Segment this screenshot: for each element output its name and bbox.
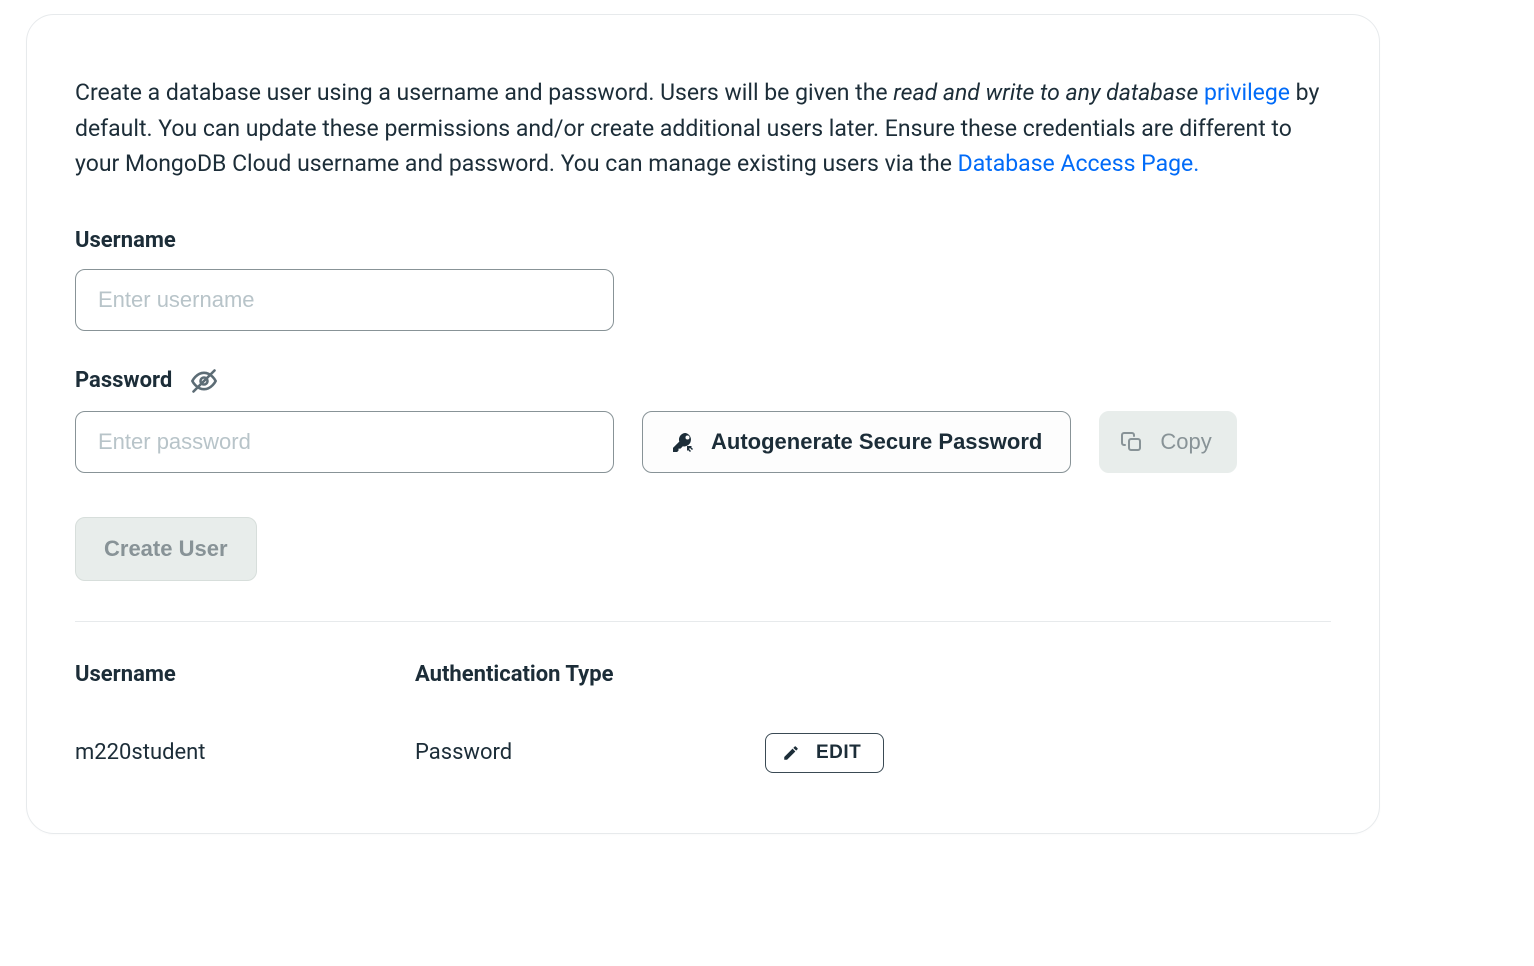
key-icon bbox=[671, 430, 695, 454]
edit-user-button[interactable]: EDIT bbox=[765, 733, 884, 773]
create-user-form: Username Password bbox=[75, 228, 1331, 581]
desc-privilege-italic: read and write to any database bbox=[893, 79, 1198, 106]
privilege-link[interactable]: privilege bbox=[1204, 79, 1290, 106]
header-username: Username bbox=[75, 662, 415, 687]
username-group: Username bbox=[75, 228, 1331, 331]
header-auth-type: Authentication Type bbox=[415, 662, 765, 687]
description-text: Create a database user using a username … bbox=[75, 75, 1331, 182]
create-database-user-card: Create a database user using a username … bbox=[26, 14, 1380, 834]
password-row: Autogenerate Secure Password Copy bbox=[75, 411, 1331, 473]
create-user-label: Create User bbox=[104, 536, 228, 562]
create-user-button: Create User bbox=[75, 517, 257, 581]
username-label: Username bbox=[75, 228, 1331, 253]
row-actions: EDIT bbox=[765, 733, 1331, 773]
row-auth-type: Password bbox=[415, 740, 765, 765]
copy-label: Copy bbox=[1160, 429, 1211, 455]
copy-icon bbox=[1120, 430, 1144, 454]
row-username: m220student bbox=[75, 740, 415, 765]
edit-label: EDIT bbox=[816, 742, 861, 764]
autogenerate-password-button[interactable]: Autogenerate Secure Password bbox=[642, 411, 1071, 473]
password-label: Password bbox=[75, 368, 172, 393]
section-divider bbox=[75, 621, 1331, 622]
table-row: m220student Password EDIT bbox=[75, 733, 1331, 773]
password-label-row: Password bbox=[75, 367, 1331, 395]
existing-users-list: Username Authentication Type m220student… bbox=[75, 662, 1331, 773]
user-list-header: Username Authentication Type bbox=[75, 662, 1331, 687]
username-input[interactable] bbox=[75, 269, 614, 331]
password-input[interactable] bbox=[75, 411, 614, 473]
autogenerate-password-label: Autogenerate Secure Password bbox=[711, 429, 1042, 455]
pencil-icon bbox=[782, 744, 800, 762]
password-group: Password bbox=[75, 367, 1331, 473]
copy-button: Copy bbox=[1099, 411, 1236, 473]
desc-part1: Create a database user using a username … bbox=[75, 79, 893, 106]
eye-off-icon[interactable] bbox=[190, 367, 218, 395]
database-access-page-link[interactable]: Database Access Page. bbox=[958, 150, 1200, 177]
